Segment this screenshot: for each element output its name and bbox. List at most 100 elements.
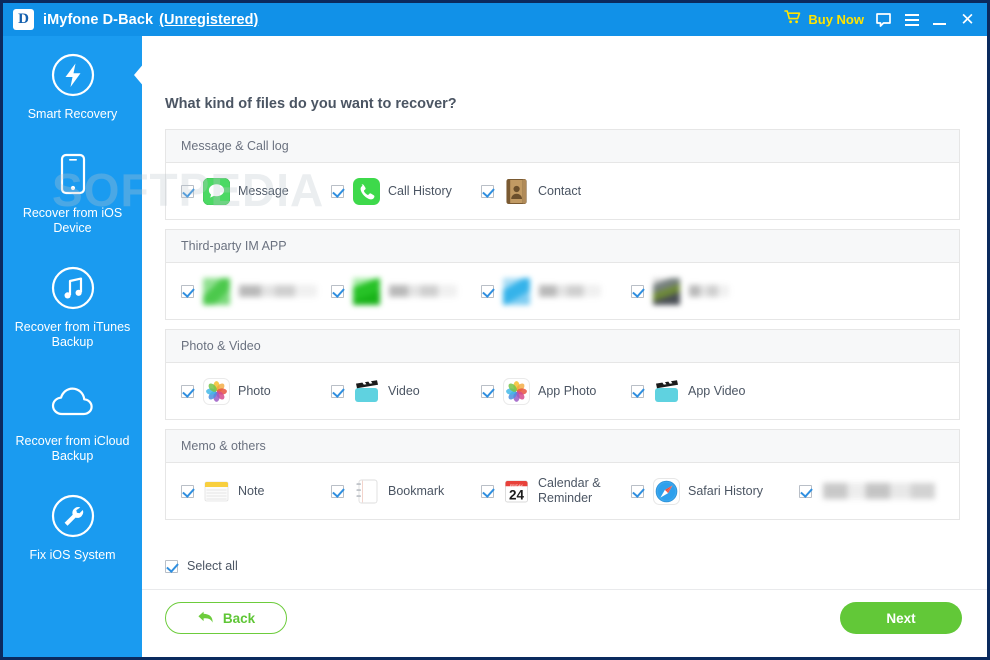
section-items: Note Bookmark FRIDAY 24 Calendar & Remin… [166, 463, 959, 519]
sidebar-item-recover-from-itunes-backup[interactable]: Recover from iTunes Backup [3, 249, 142, 363]
checkbox-video[interactable] [331, 384, 344, 398]
file-type-label: Photo [238, 383, 271, 398]
blurred-label [389, 285, 457, 297]
wrench-icon [50, 493, 96, 539]
minimize-icon[interactable] [931, 11, 948, 28]
file-type-contact[interactable]: Contact [481, 178, 631, 205]
sidebar-item-smart-recovery[interactable]: Smart Recovery [3, 36, 145, 135]
checkbox-app-photo[interactable] [481, 384, 494, 398]
back-button[interactable]: Back [165, 602, 287, 634]
checkbox-blurred-item[interactable] [799, 484, 812, 498]
checkbox-photo[interactable] [181, 384, 194, 398]
titlebar-controls: Buy Now ✕ [784, 10, 976, 29]
file-type-label: Video [388, 383, 420, 398]
file-type-call-history[interactable]: Call History [331, 177, 481, 205]
checkbox-note[interactable] [181, 484, 194, 498]
file-type-im-app-1[interactable] [181, 277, 331, 305]
file-type-panels: Message & Call log Message Call History … [165, 129, 960, 529]
file-type-label: App Video [688, 383, 746, 398]
feedback-bubble-icon[interactable] [875, 11, 892, 28]
file-type-video[interactable]: Video [331, 378, 481, 405]
file-type-im-app-3[interactable] [481, 277, 631, 305]
application-window: D iMyfone D-Back (Unregistered) Buy Now [0, 0, 990, 660]
section-header: Photo & Video [166, 330, 959, 363]
checkbox-safari-history[interactable] [631, 484, 644, 498]
next-button[interactable]: Next [840, 602, 962, 634]
file-type-label: Safari History [688, 483, 764, 498]
photos-pinwheel-icon [503, 377, 530, 405]
message-bubble-icon [202, 177, 231, 205]
sidebar-item-recover-from-ios-device[interactable]: Recover from iOS Device [3, 135, 142, 249]
lightning-bolt-icon [50, 52, 96, 98]
checkbox-im-app-4[interactable] [631, 284, 644, 298]
blurred-im-app-green-icon [203, 277, 230, 305]
notes-icon [203, 478, 230, 505]
checkbox-calendar-reminder[interactable] [481, 484, 494, 498]
cart-icon[interactable] [784, 10, 801, 29]
checkbox-bookmark[interactable] [331, 484, 344, 498]
select-all-label: Select all [187, 559, 238, 573]
checkbox-im-app-3[interactable] [481, 284, 494, 298]
file-type-message[interactable]: Message [181, 177, 331, 205]
file-type-im-app-4[interactable] [631, 277, 781, 305]
file-type-photo[interactable]: Photo [181, 377, 331, 405]
file-type-app-video[interactable]: App Video [631, 378, 781, 405]
file-type-label: Message [238, 183, 289, 198]
sidebar-item-label: Smart Recovery [27, 107, 118, 121]
svg-text:24: 24 [509, 487, 525, 502]
section-items: Message Call History Contact [166, 163, 959, 219]
bookmark-page-icon [353, 478, 380, 505]
section-items: Photo Video App Photo App Video [166, 363, 959, 419]
file-type-app-photo[interactable]: App Photo [481, 377, 631, 405]
video-clapperboard-icon [653, 378, 680, 405]
file-type-bookmark[interactable]: Bookmark [331, 478, 481, 505]
video-clapperboard-icon [353, 378, 380, 405]
blurred-label [239, 285, 317, 297]
select-all-row[interactable]: Select all [165, 559, 238, 573]
blurred-label [823, 483, 935, 499]
blurred-im-app-dark-icon [653, 277, 680, 305]
sidebar-item-label: Recover from iOS Device [22, 206, 123, 235]
section-header: Memo & others [166, 430, 959, 463]
title-bar: D iMyfone D-Back (Unregistered) Buy Now [3, 3, 987, 36]
app-title: iMyfone D-Back [43, 11, 154, 28]
file-type-label: Note [238, 483, 265, 498]
safari-compass-icon [653, 477, 680, 505]
blurred-im-app-blue-icon [503, 277, 530, 305]
section-third-party-im-app: Third-party IM APP [165, 229, 960, 320]
checkbox-contact[interactable] [481, 184, 494, 198]
file-type-label: App Photo [538, 383, 597, 398]
sidebar-item-recover-from-icloud-backup[interactable]: Recover from iCloud Backup [3, 363, 142, 477]
footer-divider [142, 589, 987, 590]
app-logo: D [13, 9, 34, 30]
cloud-icon [50, 379, 96, 425]
file-type-blurred-item[interactable] [799, 483, 949, 499]
music-note-icon [50, 265, 96, 311]
contacts-book-icon [503, 178, 530, 205]
file-type-safari-history[interactable]: Safari History [631, 477, 799, 505]
main-content: What kind of files do you want to recove… [142, 36, 987, 657]
registration-status[interactable]: (Unregistered) [159, 12, 258, 28]
checkbox-select-all[interactable] [165, 559, 178, 573]
hamburger-menu-icon[interactable] [903, 11, 920, 28]
blurred-label [689, 285, 729, 297]
back-button-label: Back [222, 610, 256, 626]
phone-handset-icon [353, 177, 380, 205]
checkbox-call-history[interactable] [331, 184, 344, 198]
buy-now-button[interactable]: Buy Now [808, 12, 864, 27]
file-type-label: Call History [388, 183, 452, 198]
checkbox-message[interactable] [181, 184, 194, 198]
sidebar-item-label: Fix iOS System [29, 548, 116, 562]
section-items [166, 263, 959, 319]
checkbox-im-app-2[interactable] [331, 284, 344, 298]
close-icon[interactable]: ✕ [959, 11, 976, 28]
file-type-calendar-reminder[interactable]: FRIDAY 24 Calendar & Reminder [481, 476, 631, 506]
blurred-im-app-green2-icon [353, 277, 380, 305]
file-type-note[interactable]: Note [181, 478, 331, 505]
sidebar-item-fix-ios-system[interactable]: Fix iOS System [3, 477, 142, 576]
file-type-im-app-2[interactable] [331, 277, 481, 305]
checkbox-im-app-1[interactable] [181, 284, 194, 298]
iphone-icon [50, 151, 96, 197]
checkbox-app-video[interactable] [631, 384, 644, 398]
back-arrow-icon [197, 610, 214, 627]
